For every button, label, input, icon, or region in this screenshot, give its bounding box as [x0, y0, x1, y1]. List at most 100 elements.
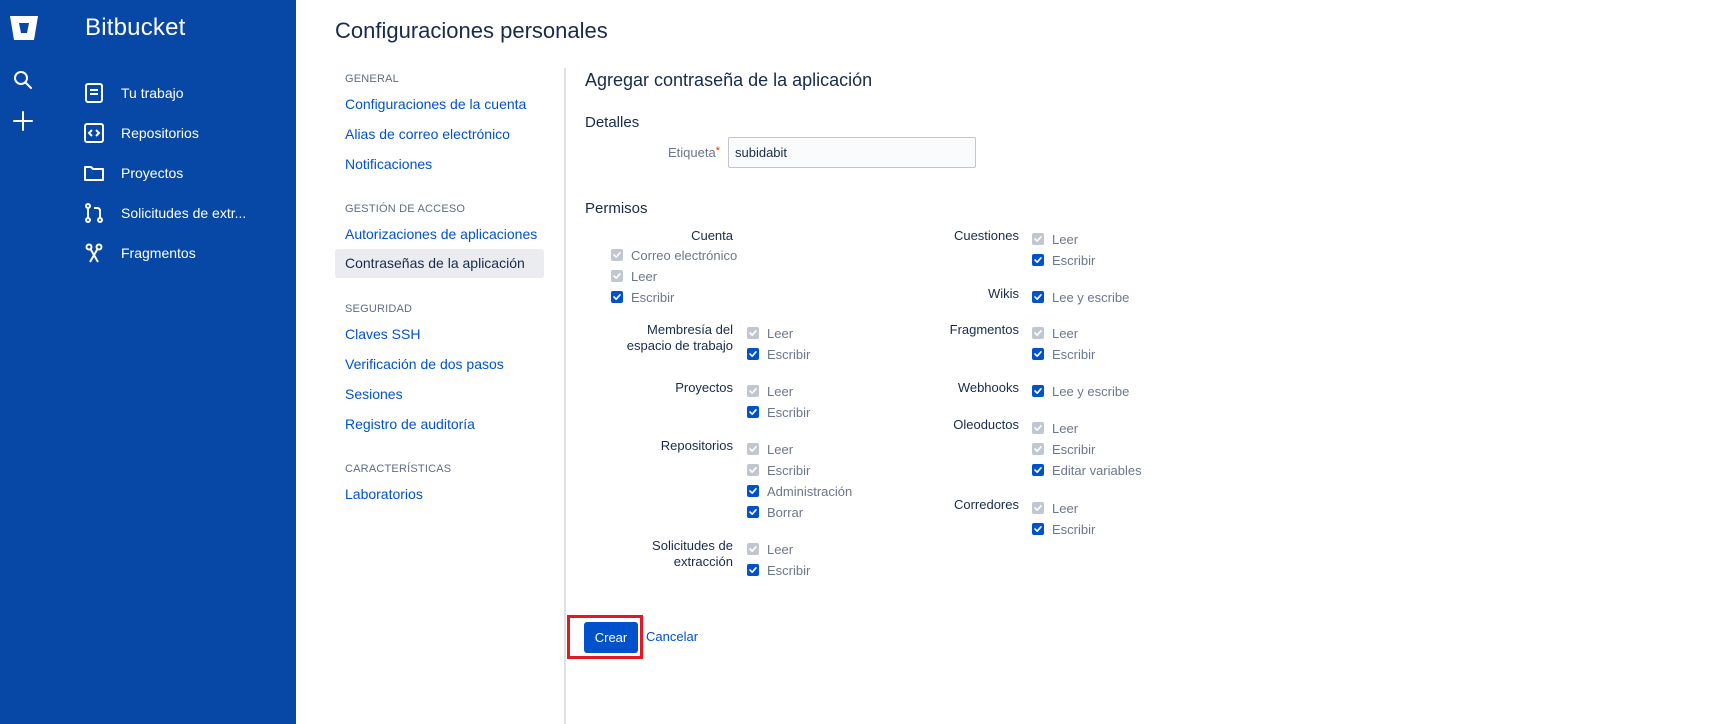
perm-group-label-cuestiones: Cuestiones: [953, 228, 1019, 243]
checkbox-checked-icon[interactable]: [1032, 291, 1044, 303]
cancel-link[interactable]: Cancelar: [646, 629, 698, 644]
perm-fragmentos-option[interactable]: Escribir: [1032, 345, 1095, 363]
checkbox-checked-icon[interactable]: [1032, 523, 1044, 535]
label-field-label: Etiqueta*: [668, 145, 720, 160]
nav-item-repositories[interactable]: Repositorios: [82, 119, 282, 147]
checkbox-checked-icon[interactable]: [747, 564, 759, 576]
checkbox-checked-icon[interactable]: [611, 291, 623, 303]
perm-option-label: Leer: [767, 441, 794, 457]
perm-option-label: Leer: [1052, 500, 1079, 516]
checkbox-checked-icon: [747, 543, 759, 555]
perm-group-label-proyectos: Proyectos: [675, 380, 733, 395]
perm-option-label: Escribir: [767, 562, 811, 578]
section-heading-general: GENERAL: [345, 73, 399, 85]
perm-cuestiones-option: Leer: [1032, 230, 1078, 248]
perm-membresia-option[interactable]: Escribir: [747, 345, 810, 363]
permissions-heading: Permisos: [585, 200, 648, 217]
checkbox-checked-icon[interactable]: [1032, 254, 1044, 266]
checkbox-checked-icon[interactable]: [1032, 385, 1044, 397]
perm-option-label: Administración: [767, 483, 853, 499]
perm-option-label: Lee y escribe: [1052, 383, 1130, 399]
perm-repositorios-option[interactable]: Administración: [747, 482, 852, 500]
checkbox-checked-icon[interactable]: [1032, 464, 1044, 476]
pull-request-icon: [85, 203, 103, 223]
perm-group-label-membresia: Membresía del espacio de trabajo: [626, 322, 733, 353]
label-input[interactable]: [728, 137, 976, 168]
perm-option-label: Leer: [767, 541, 794, 557]
settings-link-app-authorizations[interactable]: Autorizaciones de aplicaciones: [345, 226, 537, 242]
section-heading-security: SEGURIDAD: [345, 303, 413, 315]
checkbox-checked-icon[interactable]: [747, 485, 759, 497]
settings-link-account[interactable]: Configuraciones de la cuenta: [345, 96, 526, 112]
perm-oleoductos-option: Escribir: [1032, 440, 1095, 458]
perm-group-label-repositorios: Repositorios: [660, 438, 733, 453]
settings-link-app-passwords[interactable]: Contraseñas de la aplicación: [335, 249, 544, 278]
perm-membresia-option: Leer: [747, 324, 793, 342]
bitbucket-logo-icon[interactable]: [9, 14, 39, 42]
checkbox-checked-icon[interactable]: [1032, 348, 1044, 360]
perm-option-label: Leer: [1052, 420, 1079, 436]
nav-item-your-work[interactable]: Tu trabajo: [82, 79, 282, 107]
nav-item-snippets[interactable]: Fragmentos: [82, 239, 282, 267]
perm-group-label-webhooks: Webhooks: [957, 380, 1019, 395]
perm-option-label: Escribir: [1052, 252, 1096, 268]
perm-oleoductos-option[interactable]: Editar variables: [1032, 461, 1142, 479]
perm-fragmentos-option: Leer: [1032, 324, 1078, 342]
perm-group-label-corredores: Corredores: [953, 497, 1019, 512]
checkbox-checked-icon: [611, 249, 623, 261]
search-icon[interactable]: [11, 68, 35, 92]
perm-option-label: Leer: [1052, 325, 1079, 341]
perm-option-label: Escribir: [767, 346, 811, 362]
perm-solicitudes-option: Leer: [747, 540, 793, 558]
perm-option-label: Leer: [631, 268, 658, 284]
checkbox-checked-icon[interactable]: [747, 406, 759, 418]
nav-item-label: Solicitudes de extr...: [121, 205, 247, 221]
checkbox-checked-icon: [1032, 233, 1044, 245]
perm-repositorios-option: Leer: [747, 440, 793, 458]
checkbox-checked-icon: [1032, 327, 1044, 339]
checkbox-checked-icon: [1032, 443, 1044, 455]
settings-link-two-step[interactable]: Verificación de dos pasos: [345, 356, 504, 372]
perm-option-label: Escribir: [1052, 346, 1096, 362]
perm-proyectos-option: Leer: [747, 382, 793, 400]
checkbox-checked-icon: [611, 270, 623, 282]
settings-link-audit-log[interactable]: Registro de auditoría: [345, 416, 475, 432]
brand-name[interactable]: Bitbucket: [85, 14, 186, 42]
details-heading: Detalles: [585, 114, 640, 131]
settings-link-labs[interactable]: Laboratorios: [345, 486, 423, 502]
nav-item-label: Tu trabajo: [121, 85, 184, 101]
document-icon: [85, 83, 103, 103]
checkbox-checked-icon[interactable]: [747, 348, 759, 360]
nav-item-pull-requests[interactable]: Solicitudes de extr...: [82, 199, 282, 227]
perm-repositorios-option[interactable]: Borrar: [747, 503, 803, 521]
perm-group-label-fragmentos: Fragmentos: [949, 322, 1019, 337]
perm-repositorios-option: Escribir: [747, 461, 810, 479]
perm-cuenta-option[interactable]: Escribir: [611, 288, 674, 306]
perm-proyectos-option[interactable]: Escribir: [747, 403, 810, 421]
required-mark: *: [715, 145, 720, 157]
settings-link-ssh-keys[interactable]: Claves SSH: [345, 326, 420, 342]
settings-link-email-aliases[interactable]: Alias de correo electrónico: [345, 126, 510, 142]
create-button[interactable]: Crear: [584, 622, 638, 653]
code-icon: [84, 123, 104, 143]
perm-cuenta-option: Leer: [611, 267, 657, 285]
perm-wikis-option[interactable]: Lee y escribe: [1032, 288, 1129, 306]
perm-option-label: Lee y escribe: [1052, 289, 1130, 305]
checkbox-checked-icon[interactable]: [747, 506, 759, 518]
perm-group-label-wikis: Wikis: [987, 286, 1019, 301]
perm-cuestiones-option[interactable]: Escribir: [1032, 251, 1095, 269]
perm-option-label: Escribir: [631, 289, 675, 305]
settings-link-sessions[interactable]: Sesiones: [345, 386, 403, 402]
vertical-divider: [564, 68, 566, 724]
perm-option-label: Editar variables: [1052, 462, 1142, 478]
create-plus-icon[interactable]: [11, 109, 35, 133]
perm-webhooks-option[interactable]: Lee y escribe: [1032, 382, 1129, 400]
checkbox-checked-icon: [747, 327, 759, 339]
perm-solicitudes-option[interactable]: Escribir: [747, 561, 810, 579]
settings-link-notifications[interactable]: Notificaciones: [345, 156, 432, 172]
nav-item-projects[interactable]: Proyectos: [82, 159, 282, 187]
perm-option-label: Borrar: [767, 504, 804, 520]
perm-corredores-option[interactable]: Escribir: [1032, 520, 1095, 538]
perm-option-label: Escribir: [1052, 441, 1096, 457]
perm-corredores-option: Leer: [1032, 499, 1078, 517]
